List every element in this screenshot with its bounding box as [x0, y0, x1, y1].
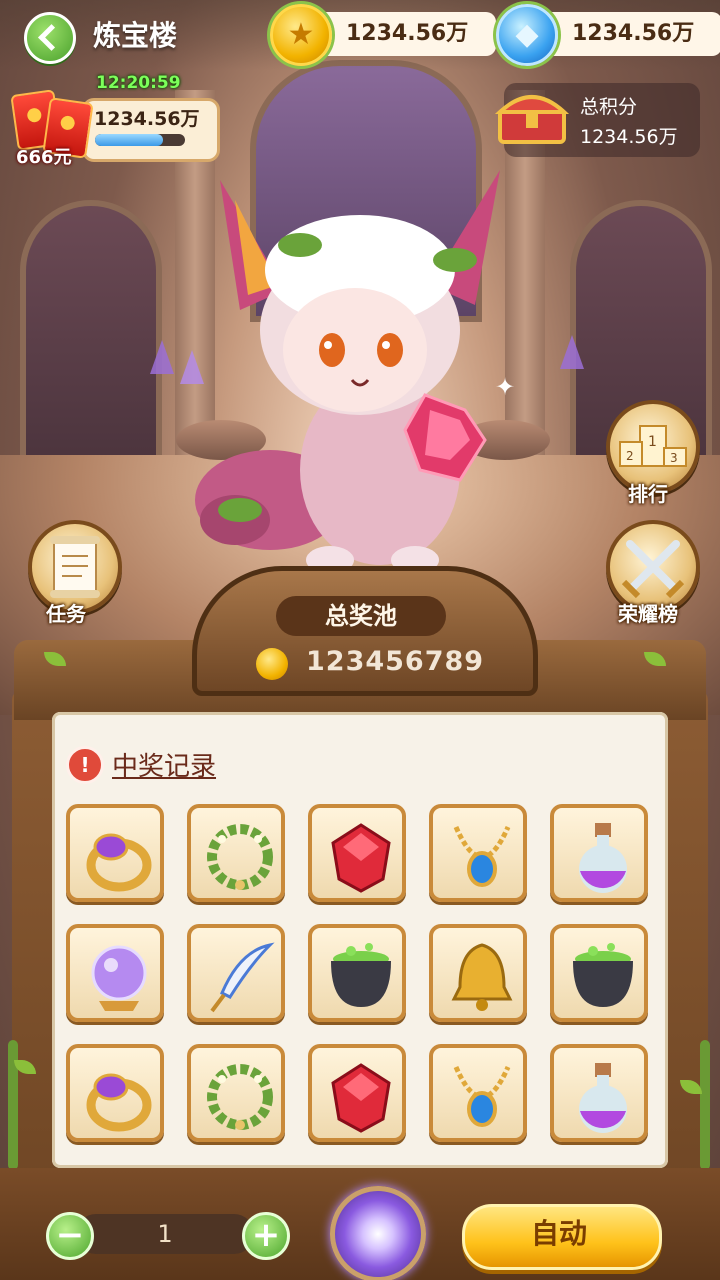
svg-text:3: 3	[670, 451, 678, 465]
red-packet-progress	[95, 134, 185, 146]
alert-icon: !	[66, 746, 104, 784]
prize-tile[interactable]	[429, 804, 527, 902]
red-gem-icon	[331, 1063, 391, 1133]
bg-arch-left	[20, 200, 162, 482]
total-score-value: 1234.56万	[580, 126, 678, 148]
svg-text:✦: ✦	[495, 373, 515, 401]
prize-tile[interactable]	[187, 924, 285, 1022]
winning-records-link[interactable]: 中奖记录	[112, 746, 216, 783]
prize-tile[interactable]	[429, 1044, 527, 1142]
honor-board-label: 荣耀榜	[618, 602, 678, 626]
auto-button-label: 自动	[530, 1217, 587, 1250]
bg-crystal	[560, 335, 584, 369]
countdown-timer: 12:20:59	[96, 73, 181, 93]
purple-potion-icon	[579, 1063, 627, 1133]
laurel-wreath-icon	[207, 1064, 273, 1130]
red-packet-amount: 666元	[16, 147, 72, 168]
back-button[interactable]	[24, 12, 76, 64]
green-cauldron-icon	[331, 943, 391, 1007]
prize-tile[interactable]	[308, 924, 406, 1022]
gold-coin-icon	[256, 648, 288, 680]
laurel-wreath-icon	[207, 824, 273, 890]
gold-coin-icon	[270, 4, 332, 66]
sapphire-necklace-icon	[453, 1066, 511, 1127]
coin-balance: 1234.56万	[270, 4, 496, 66]
purple-ring-icon	[86, 833, 152, 892]
svg-text:1: 1	[648, 434, 657, 450]
red-gem-icon	[331, 823, 391, 893]
red-packet-value: 1234.56万	[94, 108, 200, 130]
gem-balance-value: 1234.56万	[572, 21, 695, 46]
prize-tile[interactable]	[66, 804, 164, 902]
golden-bell-icon	[451, 943, 513, 1011]
prize-tile[interactable]	[187, 804, 285, 902]
prize-tile[interactable]	[308, 804, 406, 902]
vine-decoration	[700, 1040, 710, 1170]
sapphire-necklace-icon	[453, 826, 511, 887]
rank-label: 排行	[628, 482, 668, 506]
treasure-chest-icon	[494, 95, 570, 144]
magic-orb-button[interactable]	[330, 1186, 426, 1280]
page-title: 炼宝楼	[93, 19, 178, 52]
purple-ring-icon	[86, 1073, 152, 1132]
total-score-label: 总积分	[580, 96, 638, 118]
prize-pool-value: 123456789	[306, 646, 485, 677]
prize-tile[interactable]	[429, 924, 527, 1022]
red-packet-progress-fill	[95, 134, 163, 146]
green-cauldron-icon	[573, 943, 633, 1007]
prize-tile[interactable]	[550, 1044, 648, 1142]
prize-tile[interactable]	[66, 1044, 164, 1142]
quill-pen-icon	[210, 942, 275, 1013]
task-label: 任务	[46, 602, 86, 626]
prize-tile[interactable]	[66, 924, 164, 1022]
diamond-icon	[496, 4, 558, 66]
crystal-ball-icon	[91, 945, 147, 1011]
prize-tile[interactable]	[308, 1044, 406, 1142]
prize-tile[interactable]	[550, 924, 648, 1022]
purple-potion-icon	[579, 823, 627, 893]
prize-tile[interactable]	[187, 1044, 285, 1142]
prize-pool-label: 总奖池	[325, 602, 397, 630]
gem-balance: 1234.56万	[496, 4, 720, 66]
svg-text:2: 2	[626, 449, 634, 463]
quantity-value[interactable]: 1	[76, 1214, 254, 1254]
decrease-button[interactable]: −	[46, 1212, 94, 1260]
mascot-fox-character: ✦	[195, 170, 515, 574]
increase-button[interactable]: +	[242, 1212, 290, 1260]
coin-balance-value: 1234.56万	[346, 21, 469, 46]
prize-tile[interactable]	[550, 804, 648, 902]
game-screen: ✦ 炼宝楼 1234.56万 1234.56万 12:20:59 1234.56…	[0, 0, 720, 1280]
